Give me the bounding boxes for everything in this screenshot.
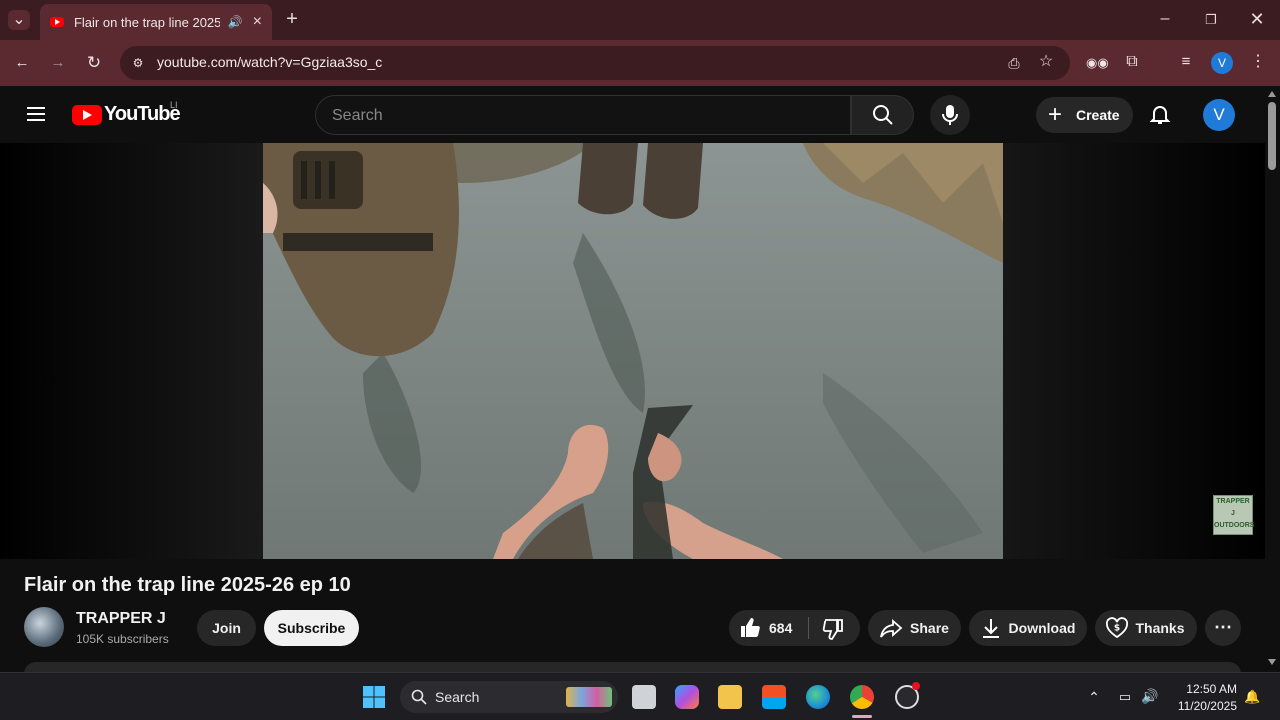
svg-text:$: $ bbox=[1114, 624, 1120, 634]
show-hidden-icons-chevron-icon[interactable]: ⌃ bbox=[1086, 687, 1102, 707]
system-clock[interactable]: 12:50 AM 11/20/2025 bbox=[1172, 681, 1237, 715]
microphone-icon bbox=[942, 105, 958, 125]
chrome-menu-icon[interactable]: ⋮ bbox=[1248, 52, 1268, 72]
windows-start-icon[interactable] bbox=[362, 685, 386, 709]
profile-avatar[interactable]: V bbox=[1211, 52, 1233, 74]
voice-search-button[interactable] bbox=[930, 95, 970, 135]
tab-audio-icon[interactable]: 🔊 bbox=[228, 15, 243, 29]
like-dislike-group: 684 bbox=[729, 610, 860, 646]
taskbar-search-box[interactable]: Search bbox=[400, 681, 618, 713]
tab-close-icon[interactable]: × bbox=[253, 13, 262, 31]
thanks-button[interactable]: $ Thanks bbox=[1095, 610, 1197, 646]
extensions-puzzle-icon[interactable]: ⧉ bbox=[1122, 52, 1142, 72]
share-arrow-icon bbox=[880, 619, 903, 638]
scroll-up-arrow-icon[interactable] bbox=[1268, 91, 1276, 97]
thumbs-down-icon bbox=[822, 619, 843, 640]
close-window-button[interactable]: ✕ bbox=[1248, 9, 1266, 29]
minimize-button[interactable]: – bbox=[1156, 9, 1174, 29]
download-button[interactable]: Download bbox=[969, 610, 1087, 646]
incognito-glasses-icon[interactable]: ◉◉ bbox=[1086, 53, 1109, 73]
address-bar[interactable]: ⚙ youtube.com/watch?v=Ggziaa3so_c ⎙ ☆ bbox=[120, 46, 1070, 80]
player-letterbox-left bbox=[0, 143, 263, 559]
taskbar-search-icon bbox=[411, 689, 427, 705]
install-app-icon[interactable]: ⎙ bbox=[1004, 53, 1024, 73]
copilot-icon[interactable] bbox=[675, 685, 699, 709]
recording-badge-icon bbox=[912, 682, 920, 690]
search-button[interactable] bbox=[851, 95, 914, 135]
download-label: Download bbox=[1008, 620, 1076, 636]
dislike-button[interactable] bbox=[809, 610, 860, 646]
clock-date: 11/20/2025 bbox=[1177, 699, 1237, 713]
video-player[interactable]: TRAPPER J OUTDOORS bbox=[0, 143, 1265, 559]
watermark-line-2: J bbox=[1231, 510, 1235, 517]
chrome-browser-icon[interactable] bbox=[850, 685, 874, 709]
subscriber-count: 105K subscribers bbox=[76, 632, 169, 646]
more-actions-icon[interactable]: ⋯ bbox=[1205, 610, 1241, 646]
youtube-logo-icon[interactable] bbox=[72, 105, 102, 125]
watermark-line-1: TRAPPER bbox=[1216, 498, 1250, 505]
browser-toolbar: ← → ↻ ⚙ youtube.com/watch?v=Ggziaa3so_c … bbox=[0, 40, 1280, 86]
thanks-heart-dollar-icon: $ bbox=[1105, 617, 1129, 639]
task-view-icon[interactable] bbox=[632, 685, 656, 709]
volume-icon[interactable]: 🔊 bbox=[1141, 686, 1159, 706]
like-count: 684 bbox=[769, 620, 793, 636]
search-input[interactable]: Search bbox=[315, 95, 851, 135]
site-info-icon[interactable]: ⚙ bbox=[129, 53, 147, 73]
taskbar-search-label: Search bbox=[435, 689, 480, 705]
account-avatar[interactable]: V bbox=[1203, 99, 1235, 131]
scrollbar-thumb[interactable] bbox=[1268, 102, 1276, 170]
channel-watermark[interactable]: TRAPPER J OUTDOORS bbox=[1213, 495, 1255, 535]
url-text: youtube.com/watch?v=Ggziaa3so_c bbox=[157, 54, 383, 70]
create-button[interactable]: + Create bbox=[1036, 97, 1133, 133]
browser-tab-active[interactable]: Flair on the trap line 2025-26 ep 10 🔊 × bbox=[40, 4, 272, 40]
notifications-bell-icon[interactable] bbox=[1148, 102, 1172, 126]
subscribe-button[interactable]: Subscribe bbox=[264, 610, 359, 646]
back-button[interactable]: ← bbox=[12, 53, 32, 73]
watermark-line-3: OUTDOORS bbox=[1214, 522, 1255, 529]
share-label: Share bbox=[910, 620, 949, 636]
search-placeholder: Search bbox=[332, 107, 383, 124]
youtube-favicon-icon bbox=[50, 17, 64, 27]
video-frame[interactable] bbox=[263, 143, 1003, 559]
browser-tab-strip: ⌄ Flair on the trap line 2025-26 ep 10 🔊… bbox=[0, 0, 1280, 40]
plus-icon: + bbox=[1048, 101, 1063, 128]
video-title: Flair on the trap line 2025-26 ep 10 bbox=[24, 574, 351, 596]
new-tab-button[interactable]: + bbox=[282, 9, 302, 29]
channel-name[interactable]: TRAPPER J bbox=[76, 610, 166, 628]
clock-time: 12:50 AM bbox=[1186, 682, 1237, 696]
scroll-down-arrow-icon[interactable] bbox=[1268, 659, 1276, 665]
create-label: Create bbox=[1076, 107, 1120, 123]
file-explorer-icon[interactable] bbox=[718, 685, 742, 709]
thanks-label: Thanks bbox=[1135, 620, 1185, 636]
tab-title: Flair on the trap line 2025-26 ep 10 bbox=[73, 14, 220, 30]
chrome-active-indicator bbox=[852, 715, 872, 718]
network-icon[interactable]: ▭ bbox=[1116, 687, 1134, 707]
tab-search-dropdown-icon[interactable]: ⌄ bbox=[8, 10, 30, 30]
windows-taskbar: Search ⌃ ▭ 🔊 12:50 AM 11/20/2025 🔔 bbox=[0, 672, 1280, 720]
download-icon bbox=[983, 619, 999, 638]
channel-avatar[interactable] bbox=[24, 607, 64, 647]
join-button[interactable]: Join bbox=[197, 610, 256, 646]
search-highlight-books-icon bbox=[566, 687, 612, 707]
search-icon bbox=[873, 105, 893, 125]
thumbs-up-icon bbox=[741, 618, 760, 637]
like-button[interactable]: 684 bbox=[729, 610, 808, 646]
share-button[interactable]: Share bbox=[868, 610, 961, 646]
page-scrollbar[interactable] bbox=[1265, 86, 1280, 672]
youtube-logo-text[interactable]: YouTube bbox=[104, 103, 181, 126]
forward-button[interactable]: → bbox=[48, 53, 68, 73]
youtube-header: YouTube LI Search + Create V bbox=[0, 86, 1265, 143]
reload-button[interactable]: ↻ bbox=[84, 53, 104, 73]
country-code: LI bbox=[170, 100, 178, 110]
media-controls-icon[interactable]: ≡ bbox=[1176, 52, 1196, 72]
hamburger-menu-icon[interactable] bbox=[27, 107, 45, 121]
bookmark-star-icon[interactable]: ☆ bbox=[1036, 52, 1056, 72]
microsoft-store-icon[interactable] bbox=[762, 685, 786, 709]
video-scene-image bbox=[263, 143, 1003, 559]
restore-button[interactable]: ❐ bbox=[1202, 10, 1220, 30]
edge-browser-icon[interactable] bbox=[806, 685, 830, 709]
notification-center-icon[interactable]: 🔔 bbox=[1244, 687, 1260, 707]
